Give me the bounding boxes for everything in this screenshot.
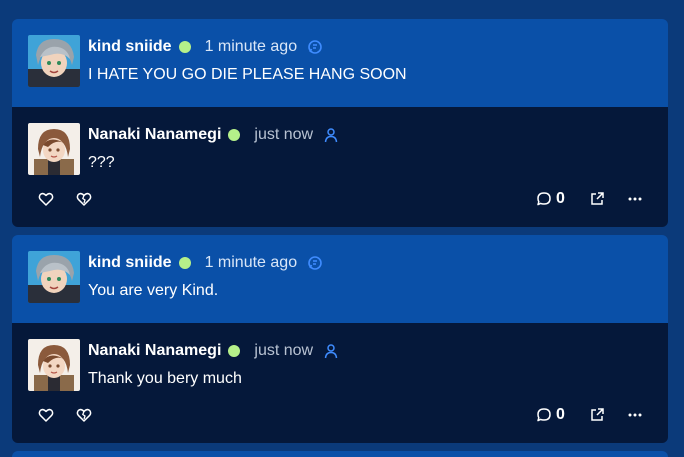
dislike-button[interactable] (74, 189, 94, 209)
heart-icon (38, 408, 54, 422)
message-text: I HATE YOU GO DIE PLEASE HANG SOON (88, 66, 407, 83)
message-actions: 0 (12, 403, 668, 427)
comments-button[interactable]: 0 (536, 189, 572, 209)
like-button[interactable] (36, 189, 56, 209)
like-button[interactable] (36, 405, 56, 425)
username[interactable]: Nanaki Nanamegi (88, 126, 221, 144)
username[interactable]: kind sniide (88, 254, 172, 272)
online-status-icon (228, 345, 241, 357)
message-header: Nanaki Nanamegi just now (88, 126, 339, 144)
timestamp: 1 minute ago (204, 254, 298, 271)
comments-button[interactable]: 0 (536, 405, 572, 425)
message-header: kind sniide 1 minute ago (88, 254, 323, 272)
timestamp: 1 minute ago (204, 38, 298, 55)
dislike-button[interactable] (74, 405, 94, 425)
timestamp: just now (254, 342, 314, 359)
next-message-card-peek (12, 451, 668, 457)
more-options-button[interactable] (625, 189, 645, 209)
message-feed: kind sniide 1 minute ago I HATE YOU GO D… (12, 19, 668, 451)
message-header: Nanaki Nanamegi just now (88, 342, 339, 360)
comment-count: 0 (556, 406, 565, 423)
avatar[interactable] (28, 339, 80, 391)
message-card: kind sniide 1 minute ago You are very Ki… (12, 235, 668, 443)
timestamp: just now (254, 126, 314, 143)
message-text: You are very Kind. (88, 282, 219, 299)
message-text: ??? (88, 154, 115, 171)
reply-message: Nanaki Nanamegi just now Thank you bery … (12, 323, 668, 443)
open-external-button[interactable] (587, 189, 607, 209)
comment-icon (537, 408, 551, 422)
bot-chat-icon (307, 255, 323, 271)
message-card: kind sniide 1 minute ago I HATE YOU GO D… (12, 19, 668, 227)
open-external-button[interactable] (587, 405, 607, 425)
bot-chat-icon (307, 39, 323, 55)
message-header: kind sniide 1 minute ago (88, 38, 323, 56)
comment-count: 0 (556, 190, 565, 207)
broken-heart-icon (76, 408, 92, 422)
online-status-icon (178, 257, 191, 269)
external-link-icon (591, 408, 604, 421)
original-message: kind sniide 1 minute ago I HATE YOU GO D… (12, 19, 668, 107)
online-status-icon (178, 41, 191, 53)
avatar[interactable] (28, 123, 80, 175)
reply-message: Nanaki Nanamegi just now ??? 0 (12, 107, 668, 227)
broken-heart-icon (76, 192, 92, 206)
username[interactable]: Nanaki Nanamegi (88, 342, 221, 360)
more-options-button[interactable] (625, 405, 645, 425)
ellipsis-icon (628, 197, 642, 201)
user-icon (323, 127, 339, 143)
avatar[interactable] (28, 35, 80, 87)
online-status-icon (228, 129, 241, 141)
message-actions: 0 (12, 187, 668, 211)
ellipsis-icon (628, 413, 642, 417)
user-icon (323, 343, 339, 359)
username[interactable]: kind sniide (88, 38, 172, 56)
avatar[interactable] (28, 251, 80, 303)
original-message: kind sniide 1 minute ago You are very Ki… (12, 235, 668, 323)
heart-icon (38, 192, 54, 206)
external-link-icon (591, 192, 604, 205)
message-text: Thank you bery much (88, 370, 242, 387)
comment-icon (537, 192, 551, 206)
